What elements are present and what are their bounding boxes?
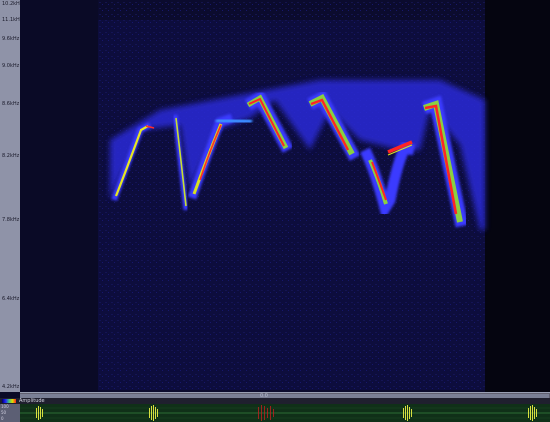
waveform-scale-label: 50 [1,410,7,415]
waveform-scale-label: 100 [1,404,9,409]
frequency-tick: 8.2kHz [2,153,20,159]
frequency-tick: 8.6kHz [2,101,20,107]
silent-region [485,0,550,392]
spectrogram-window: 10.2kHz 11.1kHz 9.6kHz 9.0kHz 8.6kHz 8.2… [0,0,550,422]
frequency-axis: 10.2kHz 11.1kHz 9.6kHz 9.0kHz 8.6kHz 8.2… [0,0,22,392]
frequency-tick: 6.4kHz [2,296,20,302]
frequency-tick: 9.6kHz [2,36,20,42]
color-scale-swatch [2,399,16,403]
waveform-panel[interactable]: 100 50 0 [0,404,550,422]
waveform-scale: 100 50 0 [0,404,20,422]
frequency-tick: 9.0kHz [2,63,20,69]
frequency-tick: 4.2kHz [2,384,20,390]
waveform-graph [20,405,550,421]
noise-band [98,20,485,390]
spectrogram-canvas[interactable] [20,0,550,392]
waveform-scale-label: 0 [1,416,4,421]
frequency-tick: 7.8kHz [2,217,20,223]
